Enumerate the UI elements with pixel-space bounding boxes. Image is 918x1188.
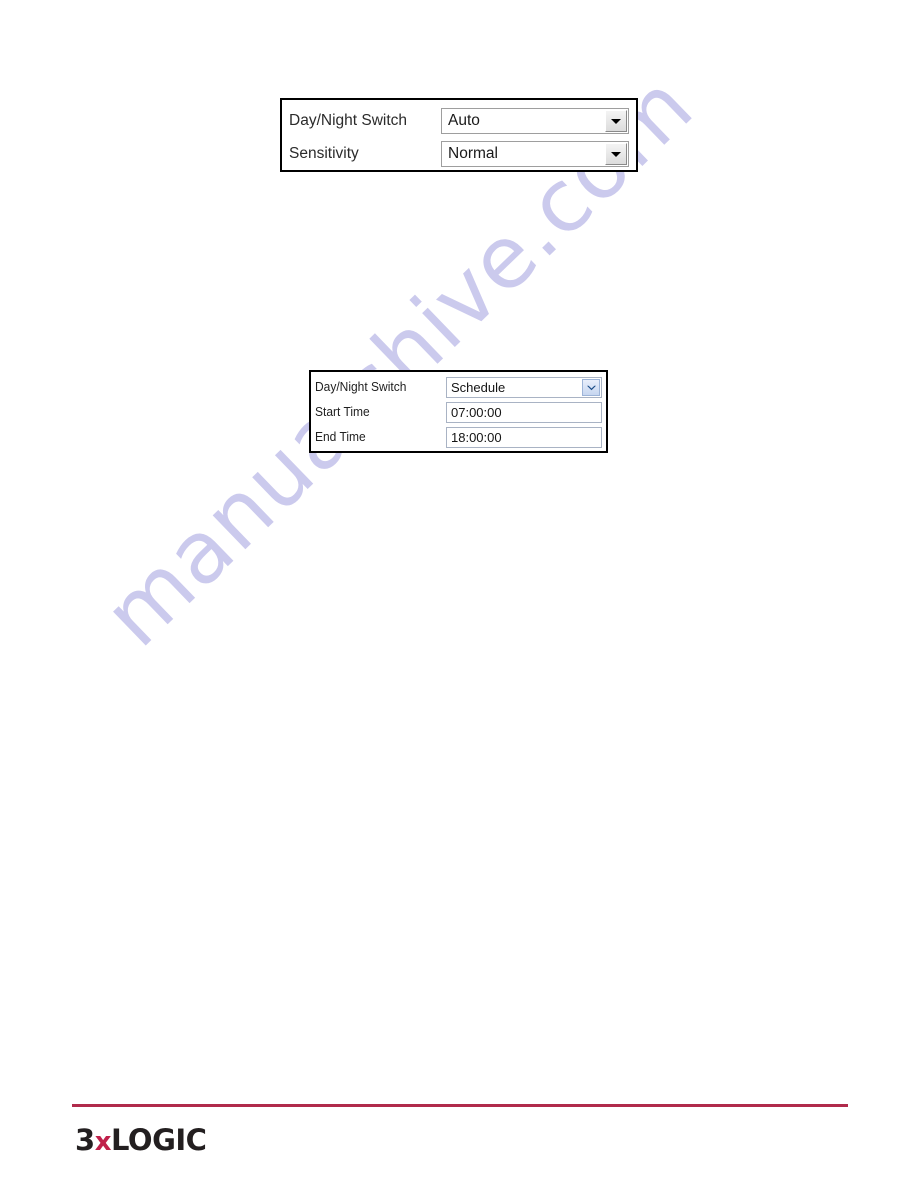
day-night-schedule-panel: Day/Night Switch Schedule Start Time 07:…	[309, 370, 608, 453]
footer-divider	[72, 1104, 848, 1107]
sensitivity-label: Sensitivity	[289, 145, 359, 163]
day-night-switch-value: Schedule	[451, 381, 506, 394]
document-page: manualshive.com Day/Night Switch Auto Se…	[0, 0, 918, 1188]
chevron-down-icon[interactable]	[605, 110, 627, 132]
day-night-switch-label: Day/Night Switch	[315, 380, 407, 395]
brand-logo: 3xLOGIC	[75, 1123, 207, 1157]
end-time-input[interactable]: 18:00:00	[446, 427, 602, 448]
brand-prefix: 3	[75, 1123, 95, 1157]
form-row-day-night-switch: Day/Night Switch Schedule	[315, 376, 602, 399]
chevron-down-icon[interactable]	[605, 143, 627, 165]
day-night-auto-panel: Day/Night Switch Auto Sensitivity Normal	[280, 98, 638, 172]
start-time-value: 07:00:00	[451, 406, 502, 419]
page-footer: 3xLOGIC	[0, 1088, 918, 1188]
day-night-switch-dropdown[interactable]: Schedule	[446, 377, 602, 398]
brand-x: x	[94, 1127, 112, 1157]
form-row-sensitivity: Sensitivity Normal	[289, 139, 629, 169]
day-night-switch-value: Auto	[448, 113, 480, 129]
form-row-end-time: End Time 18:00:00	[315, 426, 602, 449]
watermark-layer: manualshive.com	[0, 0, 918, 1188]
form-row-start-time: Start Time 07:00:00	[315, 401, 602, 424]
form-row-day-night-switch: Day/Night Switch Auto	[289, 106, 629, 136]
end-time-label: End Time	[315, 430, 366, 445]
day-night-switch-label: Day/Night Switch	[289, 112, 408, 130]
chevron-down-icon[interactable]	[582, 379, 600, 396]
triangle-glyph	[611, 118, 621, 124]
triangle-glyph	[611, 151, 621, 157]
start-time-label: Start Time	[315, 405, 370, 420]
end-time-value: 18:00:00	[451, 431, 502, 444]
start-time-input[interactable]: 07:00:00	[446, 402, 602, 423]
sensitivity-dropdown[interactable]: Normal	[441, 141, 629, 167]
brand-suffix: LOGIC	[110, 1123, 207, 1157]
day-night-switch-dropdown[interactable]: Auto	[441, 108, 629, 134]
sensitivity-value: Normal	[448, 146, 498, 162]
